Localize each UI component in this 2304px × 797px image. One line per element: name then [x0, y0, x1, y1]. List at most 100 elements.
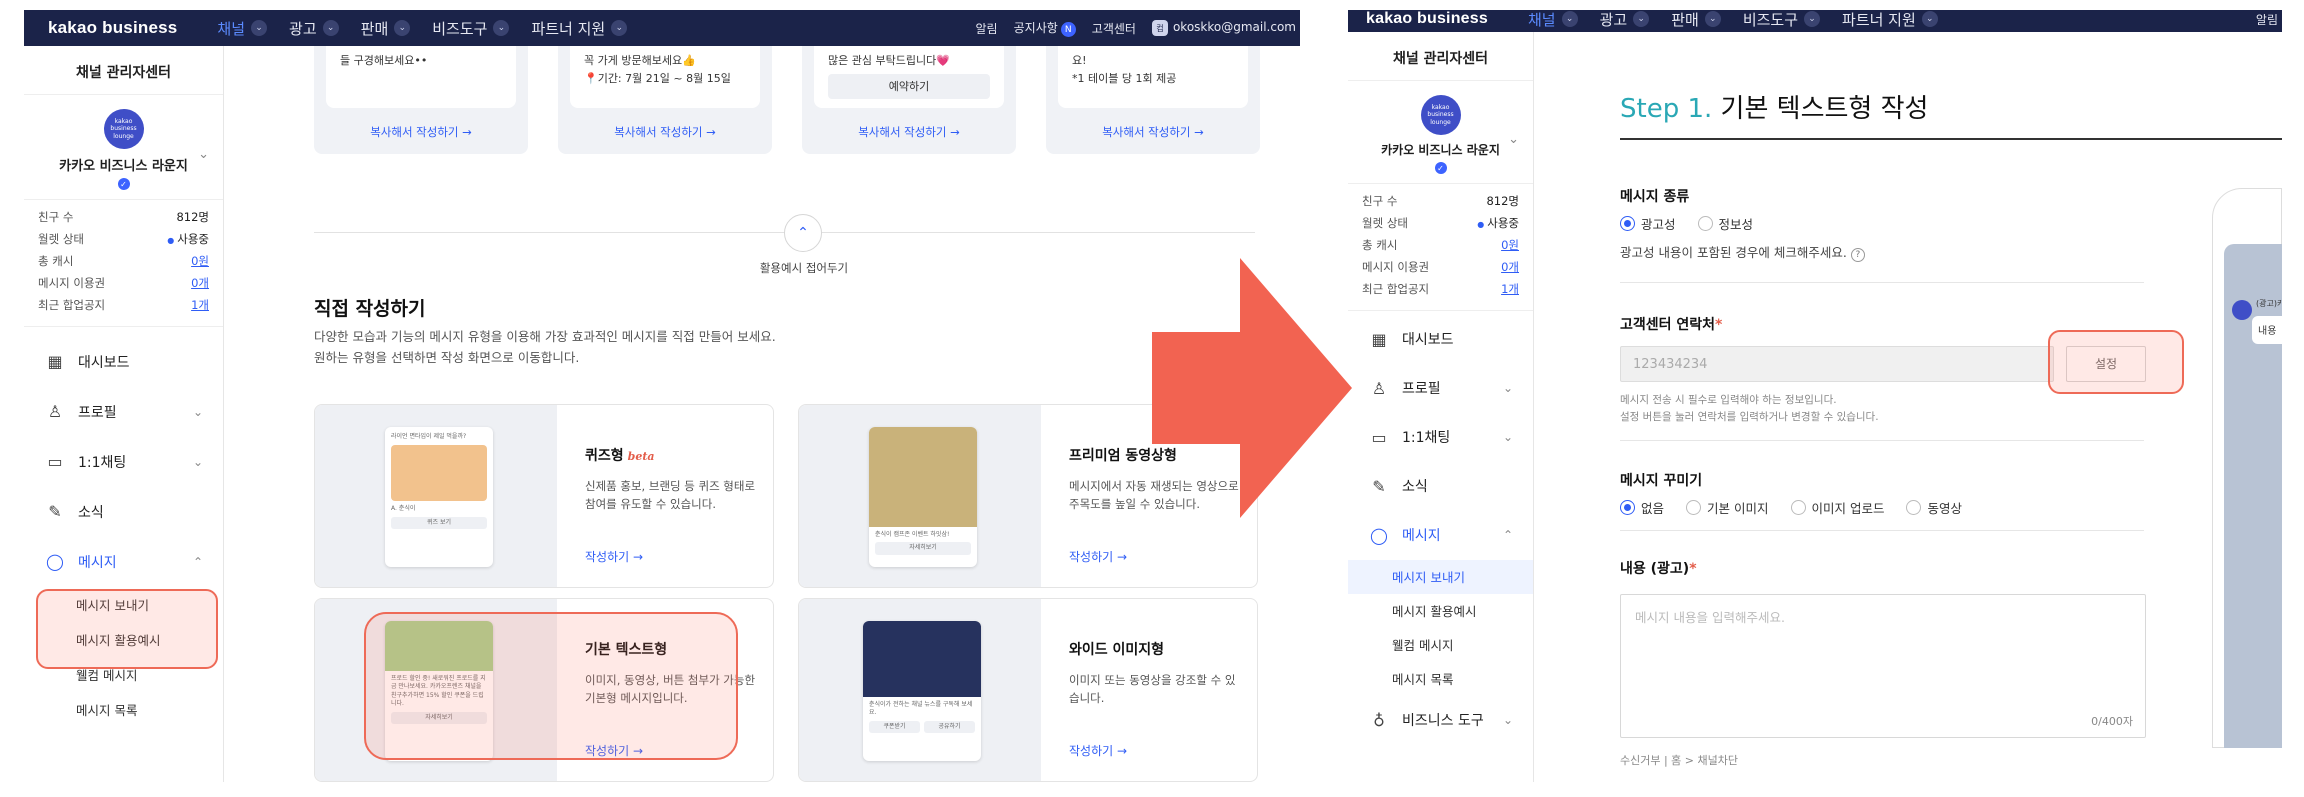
message-type-card-quiz[interactable]: 라이언 면타입이 제일 먹을까? A. 춘식이 퀴즈 보기 퀴즈형 beta 신제…: [314, 404, 774, 588]
example-preview: 많은 관심 부탁드립니다💗 예약하기: [814, 46, 1004, 108]
content-label: 내용 (광고)*: [1620, 558, 1697, 578]
radio-info[interactable]: 정보성: [1697, 214, 1753, 233]
unsubscribe-note: 수신거부 | 홈 > 채널차단: [1620, 754, 1738, 767]
channel-avatar: kakao business lounge: [103, 109, 144, 149]
submenu-message-list[interactable]: 메시지 목록: [1348, 662, 1533, 696]
stat-value-link[interactable]: 0개: [1501, 259, 1519, 275]
stat-value-link[interactable]: 0원: [1501, 237, 1519, 253]
sidebar-item-message[interactable]: ◯ 메시지 ⌃: [24, 537, 223, 587]
radio-ad[interactable]: 광고성: [1620, 214, 1676, 233]
chevron-down-icon: ⌄: [192, 454, 203, 469]
help-center-link[interactable]: 고객센터: [1092, 20, 1136, 37]
submenu-message-list[interactable]: 메시지 목록: [24, 692, 223, 727]
example-text: 많은 관심 부탁드립니다💗: [828, 54, 950, 67]
sidebar-item-chat[interactable]: ▭ 1:1채팅 ⌄: [1348, 413, 1533, 462]
chevron-down-icon: ⌄: [493, 20, 510, 36]
sidebar-item-news[interactable]: ✎ 소식: [24, 487, 223, 537]
nav-item-channel[interactable]: 채널 ⌄: [217, 18, 268, 39]
sidebar-item-news[interactable]: ✎ 소식: [1348, 462, 1533, 511]
type-thumbnail: 라이언 면타입이 제일 먹을까? A. 춘식이 퀴즈 보기: [315, 405, 557, 587]
sidebar-item-label: 프로필: [1402, 381, 1441, 397]
copy-write-link[interactable]: 복사해서 작성하기 →: [1046, 124, 1260, 140]
chevron-down-icon: ⌄: [611, 20, 628, 36]
preview-image: [863, 621, 981, 697]
content-textarea[interactable]: 메시지 내용을 입력해주세요. 0/400자: [1620, 594, 2146, 738]
nav-item-channel[interactable]: 채널 ⌄: [1528, 10, 1578, 30]
sidebar-item-biztools[interactable]: ♁ 비즈니스 도구 ⌄: [1348, 696, 1533, 745]
sidebar-item-message[interactable]: ◯ 메시지 ⌃: [1348, 511, 1533, 560]
stat-value: 812명: [176, 209, 209, 224]
cs-contact-input[interactable]: [1620, 346, 2054, 382]
sidebar-title: 채널 관리자센터: [1348, 32, 1533, 81]
submenu-welcome-message[interactable]: 웰컴 메시지: [1348, 628, 1533, 662]
kakao-business-logo[interactable]: kakao business: [1366, 10, 1488, 28]
nav-item-biztools[interactable]: 비즈도구 ⌄: [1743, 10, 1821, 30]
kakao-business-logo[interactable]: kakao business: [48, 18, 177, 38]
copy-write-link[interactable]: 복사해서 작성하기 →: [802, 124, 1016, 140]
chevron-down-icon: ⌄: [1502, 430, 1513, 444]
sidebar-item-profile[interactable]: ♙ 프로필 ⌄: [1348, 364, 1533, 413]
copy-write-link[interactable]: 복사해서 작성하기 →: [558, 124, 772, 140]
description-line: 다양한 모습과 기능의 메시지 유형을 이용해 가장 효과적인 메시지를 직접 …: [314, 329, 776, 344]
stat-value-link[interactable]: 1개: [1501, 281, 1519, 297]
help-icon[interactable]: ?: [1850, 248, 1865, 262]
chevron-down-icon[interactable]: ⌄: [198, 147, 209, 162]
chevron-up-icon: ⌃: [192, 554, 203, 569]
radio-basic-image[interactable]: 기본 이미지: [1686, 498, 1769, 517]
nav-item-ads[interactable]: 광고 ⌄: [289, 18, 339, 39]
type-name: 와이드 이미지형: [1069, 642, 1165, 658]
sidebar-item-dashboard[interactable]: ▦ 대시보드: [24, 337, 223, 387]
stat-value-link[interactable]: 0개: [191, 275, 209, 291]
sidebar-item-dashboard[interactable]: ▦ 대시보드: [1348, 315, 1533, 364]
radio-video[interactable]: 동영상: [1906, 498, 1962, 517]
stat-label: 최근 합업공지: [1362, 281, 1430, 296]
screenshot-message-list: kakao business 채널 ⌄ 광고 ⌄ 판매 ⌄ 비즈도구 ⌄ 파트너 지원 ⌄…: [24, 10, 1300, 782]
notice-link[interactable]: 공지사항 N: [1014, 19, 1076, 38]
speech-bubble-icon: ◯: [1370, 525, 1388, 545]
nav-item-biztools[interactable]: 비즈도구 ⌄: [432, 18, 510, 39]
write-link[interactable]: 작성하기 →: [1069, 548, 1127, 565]
type-description: 신제품 홍보, 브랜딩 등 퀴즈 형태로 참여를 유도할 수 있습니다.: [585, 479, 756, 512]
write-link[interactable]: 작성하기 →: [1069, 742, 1127, 759]
nav-label: 판매: [1671, 10, 1699, 29]
chevron-down-icon[interactable]: ⌄: [1508, 132, 1519, 147]
radio-none[interactable]: 없음: [1620, 498, 1664, 517]
message-type-label: 메시지 종류: [1620, 189, 1690, 205]
sidebar-title: 채널 관리자센터: [24, 46, 223, 95]
channel-profile[interactable]: kakao business lounge 카카오 비즈니스 라운지 ✓ ⌄: [1348, 81, 1533, 183]
nav-item-partner[interactable]: 파트너 지원 ⌄: [531, 18, 628, 39]
sidebar-item-chat[interactable]: ▭ 1:1채팅 ⌄: [24, 437, 223, 487]
stat-wallet: 월렛 상태 사용중: [1362, 212, 1519, 234]
nav-item-sales[interactable]: 판매 ⌄: [361, 18, 411, 39]
message-type-card-wide-image[interactable]: 춘식이가 전하는 채널 뉴스를 구독해 보세요. 쿠폰받기 공유하기 와이드 이…: [798, 598, 1258, 782]
nav-label: 광고: [289, 19, 317, 38]
main-content: 들 구경해보세요•• 복사해서 작성하기 → 꼭 가게 방문해보세요👍 📍기간: …: [224, 46, 1300, 782]
nav-item-sales[interactable]: 판매 ⌄: [1671, 10, 1721, 30]
stat-value-link[interactable]: 1개: [191, 297, 209, 313]
dashboard-icon: ▦: [1371, 329, 1387, 349]
stat-label: 총 캐시: [1362, 237, 1398, 252]
sidebar-item-profile[interactable]: ♙ 프로필 ⌄: [24, 387, 223, 437]
phone-preview: 춘식이가 전하는 채널 뉴스를 구독해 보세요. 쿠폰받기 공유하기: [863, 621, 981, 761]
submenu-message-examples[interactable]: 메시지 활용예시: [1348, 594, 1533, 628]
stat-value-link[interactable]: 0원: [191, 253, 209, 269]
title-divider: [1620, 138, 2282, 140]
stat-label: 메시지 이용권: [38, 275, 106, 290]
nav-item-partner[interactable]: 파트너 지원 ⌄: [1842, 10, 1938, 30]
write-link[interactable]: 작성하기 →: [585, 548, 643, 565]
radio-label: 없음: [1641, 501, 1665, 516]
collapse-examples-label[interactable]: 활용예시 접어두기: [694, 260, 914, 276]
preview-buttons: 쿠폰받기 공유하기: [869, 718, 975, 734]
submenu-send-message[interactable]: 메시지 보내기: [1348, 559, 1533, 594]
radio-image-upload[interactable]: 이미지 업로드: [1790, 498, 1884, 517]
copy-write-link[interactable]: 복사해서 작성하기 →: [314, 124, 528, 140]
alerts-link[interactable]: 알림: [2256, 11, 2278, 28]
example-card: 요! *1 테이블 당 1회 제공 복사해서 작성하기 →: [1046, 46, 1260, 154]
chevron-down-icon: ⌄: [192, 404, 203, 419]
chevron-up-icon[interactable]: ⌃: [784, 214, 822, 252]
alerts-link[interactable]: 알림: [976, 20, 998, 37]
channel-profile[interactable]: kakao business lounge 카카오 비즈니스 라운지 ✓ ⌄: [24, 95, 223, 199]
account-menu[interactable]: 컴 okoskko@gmail.com: [1151, 20, 1296, 37]
nav-item-ads[interactable]: 광고 ⌄: [1600, 10, 1650, 30]
sidebar-item-label: 소식: [1402, 479, 1428, 495]
